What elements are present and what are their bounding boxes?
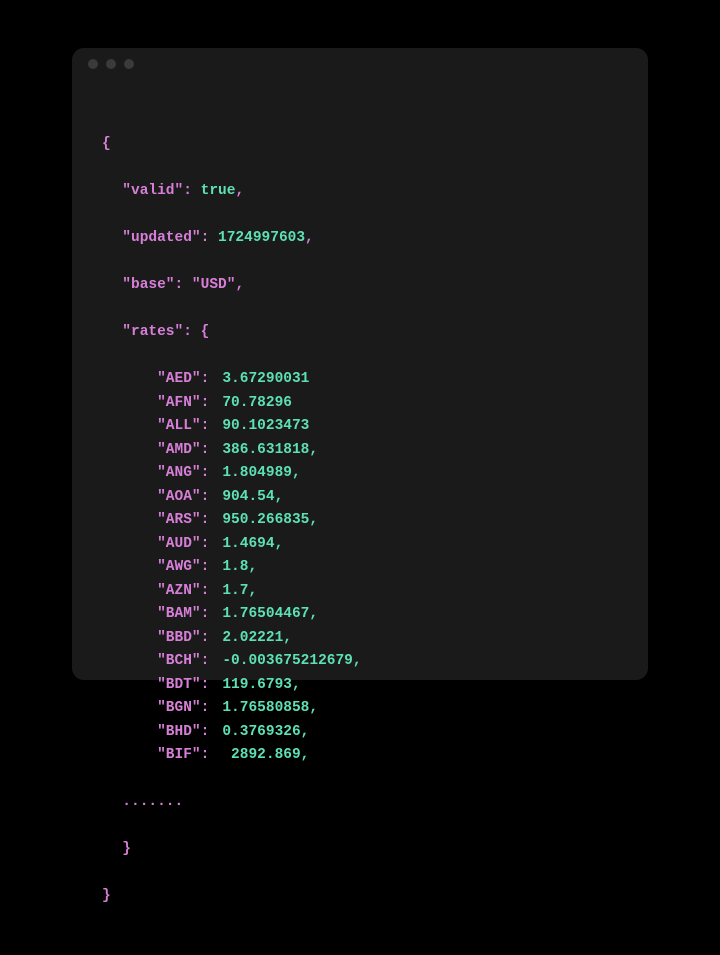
rate-key: "BGN" — [157, 700, 201, 716]
rate-value: 3.67290031 — [222, 371, 309, 387]
rate-line: "ALL":90.1023473 — [102, 415, 618, 438]
code-block: { "valid": true, "updated": 1724997603, … — [72, 80, 648, 955]
rate-key: "BIF" — [157, 747, 201, 763]
rate-value: 1.8, — [222, 559, 257, 575]
val-base: "USD" — [192, 277, 236, 293]
rate-value: 386.631818, — [222, 442, 318, 458]
rate-key: "ARS" — [157, 512, 201, 528]
rate-value: 2.02221, — [222, 630, 292, 646]
rate-value: -0.003675212679, — [222, 653, 361, 669]
rate-value: 90.1023473 — [222, 418, 309, 434]
rate-key: "AZN" — [157, 583, 201, 599]
rate-line: "BCH":-0.003675212679, — [102, 650, 618, 673]
rate-line: "BAM":1.76504467, — [102, 603, 618, 626]
rate-value: 1.7, — [222, 583, 257, 599]
rate-key: "AWG" — [157, 559, 201, 575]
rate-line: "AUD":1.4694, — [102, 533, 618, 556]
rate-key: "AFN" — [157, 395, 201, 411]
rate-value: 2892.869, — [222, 747, 309, 763]
rate-value: 70.78296 — [222, 395, 292, 411]
rate-key: "AOA" — [157, 489, 201, 505]
rate-value: 1.76504467, — [222, 606, 318, 622]
key-rates: "rates" — [122, 324, 183, 340]
key-updated: "updated" — [122, 230, 200, 246]
rate-line: "BHD":0.3769326, — [102, 721, 618, 744]
rate-value: 1.804989, — [222, 465, 300, 481]
rate-value: 0.3769326, — [222, 724, 309, 740]
rate-key: "AED" — [157, 371, 201, 387]
rate-line: "AZN":1.7, — [102, 580, 618, 603]
rate-line: "AFN":70.78296 — [102, 392, 618, 415]
rate-key: "AMD" — [157, 442, 201, 458]
rate-key: "BHD" — [157, 724, 201, 740]
rate-line: "BBD":2.02221, — [102, 627, 618, 650]
rate-line: "BDT":119.6793, — [102, 674, 618, 697]
rate-key: "BCH" — [157, 653, 201, 669]
rates-brace-close: } — [122, 841, 131, 857]
rate-line: "BIF": 2892.869, — [102, 744, 618, 767]
rate-key: "BBD" — [157, 630, 201, 646]
rate-value: 904.54, — [222, 489, 283, 505]
traffic-light-zoom-icon[interactable] — [124, 59, 134, 69]
traffic-light-close-icon[interactable] — [88, 59, 98, 69]
rate-line: "AMD":386.631818, — [102, 439, 618, 462]
window-titlebar — [72, 48, 648, 80]
rate-key: "BDT" — [157, 677, 201, 693]
ellipsis: ....... — [122, 794, 183, 810]
key-base: "base" — [122, 277, 174, 293]
rate-line: "BGN":1.76580858, — [102, 697, 618, 720]
brace-open: { — [102, 136, 111, 152]
rate-key: "ANG" — [157, 465, 201, 481]
rate-line: "AWG":1.8, — [102, 556, 618, 579]
rate-value: 119.6793, — [222, 677, 300, 693]
val-updated: 1724997603 — [218, 230, 305, 246]
rate-value: 1.76580858, — [222, 700, 318, 716]
rate-line: "ARS":950.266835, — [102, 509, 618, 532]
brace-close: } — [102, 888, 111, 904]
rate-line: "ANG":1.804989, — [102, 462, 618, 485]
rate-line: "AED":3.67290031 — [102, 368, 618, 391]
key-valid: "valid" — [122, 183, 183, 199]
rate-value: 950.266835, — [222, 512, 318, 528]
val-valid: true — [201, 183, 236, 199]
rate-key: "BAM" — [157, 606, 201, 622]
rate-key: "ALL" — [157, 418, 201, 434]
code-window: { "valid": true, "updated": 1724997603, … — [72, 48, 648, 680]
rate-line: "AOA":904.54, — [102, 486, 618, 509]
rate-value: 1.4694, — [222, 536, 283, 552]
rate-key: "AUD" — [157, 536, 201, 552]
traffic-light-minimize-icon[interactable] — [106, 59, 116, 69]
